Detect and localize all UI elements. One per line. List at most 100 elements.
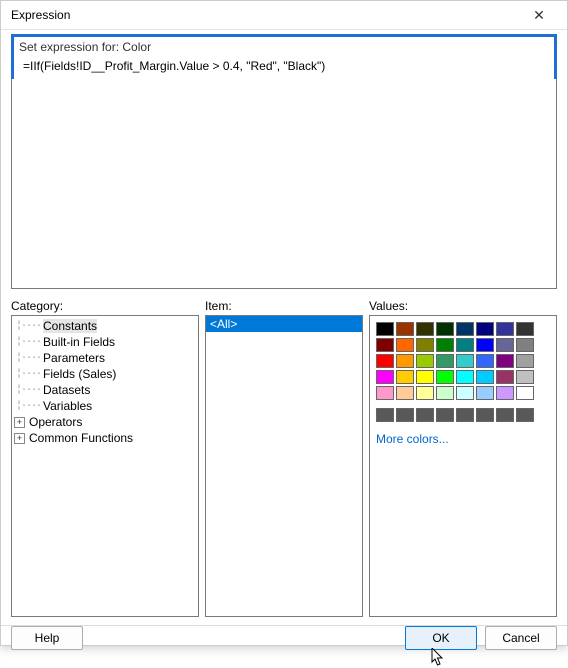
category-item-label: Fields (Sales) bbox=[43, 367, 116, 381]
color-swatch[interactable] bbox=[496, 370, 514, 384]
color-swatch[interactable] bbox=[456, 386, 474, 400]
expression-highlight-box: Set expression for: Color bbox=[11, 34, 557, 83]
category-item[interactable]: + Operators bbox=[12, 414, 198, 430]
color-swatch[interactable] bbox=[496, 354, 514, 368]
color-swatch[interactable] bbox=[376, 386, 394, 400]
values-label: Values: bbox=[369, 299, 557, 313]
color-swatch[interactable] bbox=[416, 354, 434, 368]
category-item[interactable]: ¦····Constants bbox=[12, 318, 198, 334]
category-item-label: Built-in Fields bbox=[43, 335, 115, 349]
color-swatch[interactable] bbox=[516, 370, 534, 384]
color-swatch[interactable] bbox=[396, 322, 414, 336]
gray-swatch-row bbox=[376, 408, 550, 422]
color-swatch[interactable] bbox=[396, 386, 414, 400]
color-swatch[interactable] bbox=[456, 370, 474, 384]
set-expression-label: Set expression for: Color bbox=[19, 40, 549, 54]
mouse-cursor-icon bbox=[431, 648, 445, 668]
color-swatch[interactable] bbox=[416, 370, 434, 384]
tree-leaf-icon: ¦···· bbox=[14, 369, 41, 380]
category-item-label: Common Functions bbox=[29, 431, 133, 445]
values-panel: Values: More colors... bbox=[369, 299, 557, 617]
category-item[interactable]: + Common Functions bbox=[12, 430, 198, 446]
lower-panels: Category: ¦····Constants¦····Built-in Fi… bbox=[11, 299, 557, 617]
expression-dialog: Expression ✕ Set expression for: Color C… bbox=[0, 0, 568, 646]
color-swatch[interactable] bbox=[496, 386, 514, 400]
category-item-label: Datasets bbox=[43, 383, 90, 397]
color-swatch[interactable] bbox=[456, 338, 474, 352]
tree-leaf-icon: ¦···· bbox=[14, 321, 41, 332]
item-list[interactable]: <All> bbox=[205, 315, 363, 617]
color-swatch[interactable] bbox=[476, 354, 494, 368]
color-swatch[interactable] bbox=[456, 408, 474, 422]
tree-leaf-icon: ¦···· bbox=[14, 385, 41, 396]
color-swatch[interactable] bbox=[436, 338, 454, 352]
category-item[interactable]: ¦····Variables bbox=[12, 398, 198, 414]
category-item[interactable]: ¦····Datasets bbox=[12, 382, 198, 398]
category-item[interactable]: ¦····Fields (Sales) bbox=[12, 366, 198, 382]
color-swatch[interactable] bbox=[516, 322, 534, 336]
color-swatch[interactable] bbox=[496, 408, 514, 422]
item-row[interactable]: <All> bbox=[206, 316, 362, 332]
color-swatch[interactable] bbox=[396, 338, 414, 352]
color-swatch[interactable] bbox=[456, 322, 474, 336]
tree-leaf-icon: ¦···· bbox=[14, 337, 41, 348]
ok-button[interactable]: OK bbox=[405, 626, 477, 650]
color-swatch[interactable] bbox=[376, 354, 394, 368]
color-swatch[interactable] bbox=[436, 408, 454, 422]
color-swatch[interactable] bbox=[476, 370, 494, 384]
color-swatch[interactable] bbox=[476, 338, 494, 352]
color-swatch[interactable] bbox=[476, 408, 494, 422]
item-panel: Item: <All> bbox=[205, 299, 363, 617]
expand-icon[interactable]: + bbox=[14, 433, 25, 444]
color-swatch[interactable] bbox=[396, 370, 414, 384]
color-swatch[interactable] bbox=[436, 354, 454, 368]
cancel-button[interactable]: Cancel bbox=[485, 626, 557, 650]
color-swatch[interactable] bbox=[376, 338, 394, 352]
help-button[interactable]: Help bbox=[11, 626, 83, 650]
color-swatch[interactable] bbox=[516, 354, 534, 368]
titlebar: Expression ✕ bbox=[1, 1, 567, 30]
color-swatch[interactable] bbox=[476, 386, 494, 400]
color-swatch[interactable] bbox=[416, 386, 434, 400]
category-label: Category: bbox=[11, 299, 199, 313]
item-label: Item: bbox=[205, 299, 363, 313]
color-swatch[interactable] bbox=[416, 322, 434, 336]
color-swatch[interactable] bbox=[496, 338, 514, 352]
category-item[interactable]: ¦····Parameters bbox=[12, 350, 198, 366]
color-swatch[interactable] bbox=[496, 322, 514, 336]
color-swatch[interactable] bbox=[396, 354, 414, 368]
color-swatch[interactable] bbox=[396, 408, 414, 422]
expression-textarea[interactable] bbox=[11, 79, 557, 289]
color-swatch[interactable] bbox=[436, 370, 454, 384]
color-swatch[interactable] bbox=[376, 370, 394, 384]
dialog-content: Set expression for: Color Category: ¦···… bbox=[1, 30, 567, 625]
color-swatch[interactable] bbox=[416, 338, 434, 352]
category-item-label: Operators bbox=[29, 415, 82, 429]
category-item[interactable]: ¦····Built-in Fields bbox=[12, 334, 198, 350]
color-swatch[interactable] bbox=[516, 338, 534, 352]
category-item-label: Parameters bbox=[43, 351, 105, 365]
color-swatch[interactable] bbox=[436, 322, 454, 336]
button-bar: Help OK Cancel bbox=[1, 625, 567, 650]
color-swatch[interactable] bbox=[376, 408, 394, 422]
color-swatch[interactable] bbox=[516, 408, 534, 422]
tree-leaf-icon: ¦···· bbox=[14, 353, 41, 364]
close-button[interactable]: ✕ bbox=[519, 1, 559, 29]
category-tree[interactable]: ¦····Constants¦····Built-in Fields¦····P… bbox=[11, 315, 199, 617]
color-swatch[interactable] bbox=[376, 322, 394, 336]
values-box: More colors... bbox=[369, 315, 557, 617]
tree-leaf-icon: ¦···· bbox=[14, 401, 41, 412]
more-colors-link[interactable]: More colors... bbox=[376, 432, 550, 446]
dialog-title: Expression bbox=[11, 8, 519, 22]
expression-input[interactable] bbox=[19, 57, 549, 75]
color-swatch[interactable] bbox=[516, 386, 534, 400]
color-swatch[interactable] bbox=[436, 386, 454, 400]
color-swatch[interactable] bbox=[456, 354, 474, 368]
category-item-label: Variables bbox=[43, 399, 92, 413]
close-icon: ✕ bbox=[533, 7, 545, 24]
color-swatch[interactable] bbox=[416, 408, 434, 422]
category-panel: Category: ¦····Constants¦····Built-in Fi… bbox=[11, 299, 199, 617]
color-swatch[interactable] bbox=[476, 322, 494, 336]
expand-icon[interactable]: + bbox=[14, 417, 25, 428]
color-swatch-grid bbox=[376, 322, 550, 400]
